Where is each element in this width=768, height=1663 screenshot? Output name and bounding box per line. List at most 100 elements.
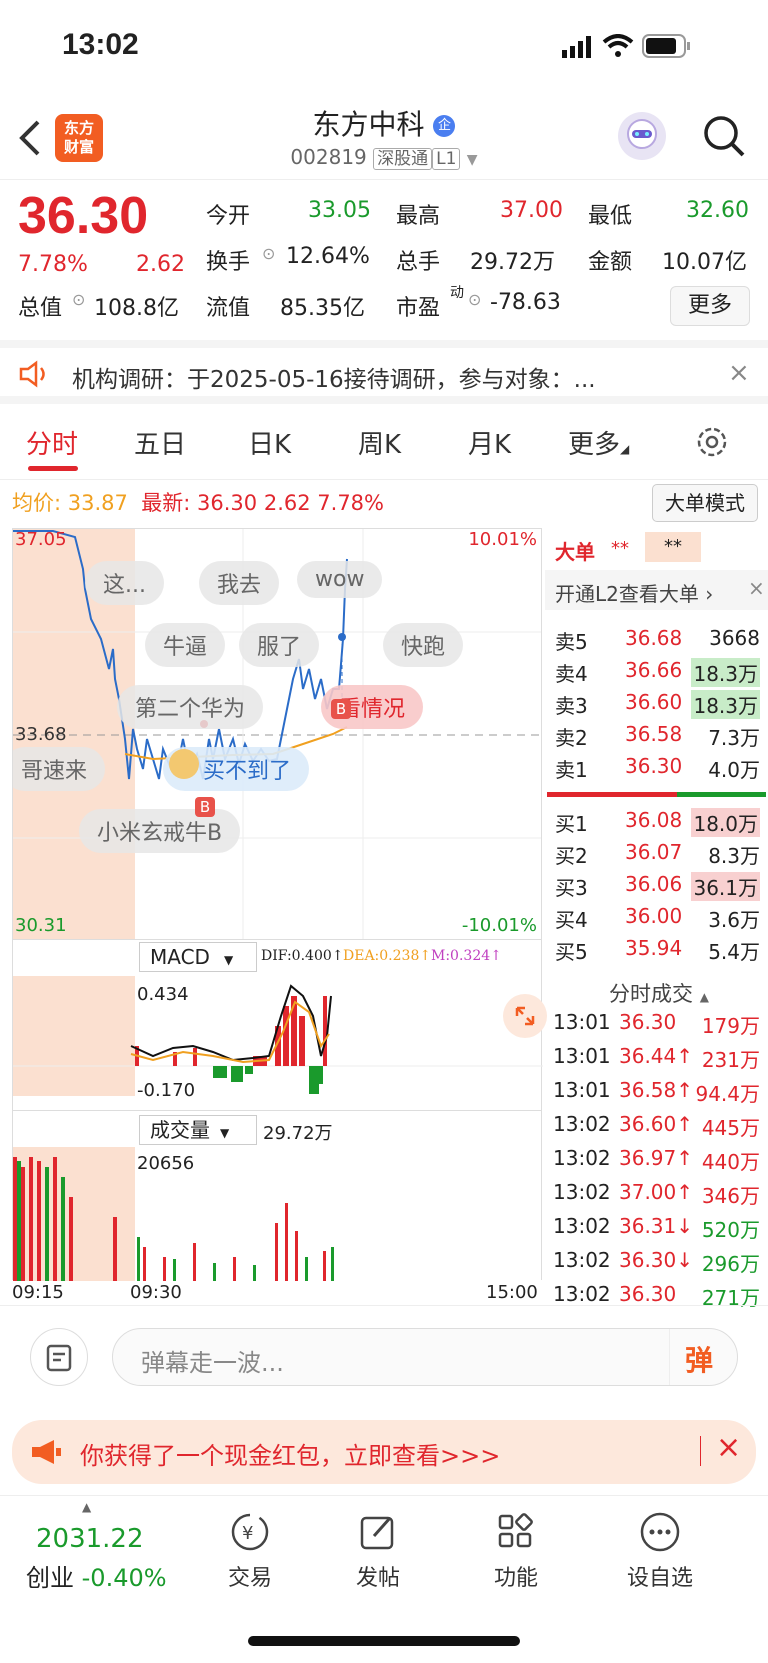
ask-row[interactable]: 卖1 36.30 4.0万 — [545, 754, 768, 784]
axis-bottom-price: 30.31 — [15, 915, 67, 936]
edit-icon — [360, 1516, 394, 1550]
comment-input[interactable]: 弹幕走一波... 弹 — [112, 1328, 738, 1386]
bid-row[interactable]: 买1 36.08 18.0万 — [545, 808, 768, 838]
notice-bar[interactable]: 机构调研：于2025-05-16接待调研，参与对象：... × — [0, 340, 768, 404]
bid-volume: 36.1万 — [691, 872, 760, 901]
trade-row: 13:02 36.31↓ 520万 — [545, 1214, 768, 1246]
danmu-bubble[interactable]: 快跑 — [383, 623, 464, 667]
info-icon[interactable]: ⊙ — [72, 290, 85, 309]
grid-icon — [498, 1513, 533, 1548]
red-packet-banner[interactable]: 你获得了一个现金红包，立即查看>>> × — [12, 1420, 756, 1484]
float-label: 流值 — [206, 296, 251, 321]
ask-price: 36.58 — [625, 722, 683, 746]
volume-panel[interactable]: 成交量 ▼ 29.72万 20656 — [12, 1110, 542, 1281]
intraday-chart[interactable]: 37.05 33.68 30.31 10.01% -10.01% 这... 我去… — [12, 528, 542, 940]
volume-label: 成交量 — [150, 1118, 210, 1142]
chart-tabs: 分时 五日 日K 周K 月K 更多◢ — [0, 410, 768, 480]
bid-price: 36.08 — [625, 808, 683, 832]
search-icon[interactable] — [702, 114, 746, 162]
tab-more[interactable]: 更多◢ — [568, 424, 629, 461]
tab-month-k[interactable]: 月K — [468, 424, 511, 461]
home-indicator[interactable] — [248, 1636, 520, 1646]
danmu-bubble[interactable]: 小米玄戒牛B — [79, 809, 241, 853]
quote-panel: 36.30 7.78% 2.62 今开 33.05 最高 37.00 最低 32… — [0, 182, 768, 332]
time-axis-mid: 09:30 — [130, 1282, 182, 1303]
trade-row: 13:02 36.30↓ 296万 — [545, 1248, 768, 1280]
close-icon[interactable]: × — [716, 1430, 741, 1465]
low-label: 最低 — [588, 204, 633, 229]
info-icon[interactable]: ⊙ — [262, 244, 275, 263]
tab-day-k[interactable]: 日K — [248, 424, 291, 461]
big-order-mode-button[interactable]: 大单模式 — [652, 484, 758, 522]
ratio-bar-buy — [677, 792, 766, 797]
tab-fenshi[interactable]: 分时 — [26, 424, 78, 461]
expand-icon[interactable] — [503, 994, 547, 1038]
axis-bottom-pct: -10.01% — [461, 915, 537, 936]
buy-marker-badge[interactable]: B — [331, 699, 351, 719]
trade-volume: 346万 — [701, 1184, 760, 1208]
trade-time: 13:01 — [553, 1010, 611, 1034]
volume-value: 29.72万 — [470, 250, 555, 275]
ask-row[interactable]: 卖2 36.58 7.3万 — [545, 722, 768, 752]
index-value[interactable]: 2031.22 — [36, 1524, 144, 1554]
settings-icon[interactable] — [694, 424, 730, 464]
trade-icon: ¥ — [231, 1513, 269, 1551]
ask-row[interactable]: 卖3 36.60 18.3万 — [545, 690, 768, 720]
bid-label: 买1 — [555, 812, 588, 836]
ask-price: 36.30 — [625, 754, 683, 778]
buy-marker-badge[interactable]: B — [195, 797, 215, 817]
verified-icon: 企 — [433, 115, 456, 137]
volume-selector[interactable]: 成交量 ▼ — [139, 1115, 257, 1145]
dock-functions[interactable]: 功能 — [456, 1510, 576, 1592]
trade-row: 13:02 37.00↑ 346万 — [545, 1180, 768, 1212]
bid-row[interactable]: 买2 36.07 8.3万 — [545, 840, 768, 870]
tab-week-k[interactable]: 周K — [358, 424, 401, 461]
dock-add-watchlist[interactable]: 设自选 — [600, 1510, 720, 1592]
notice-text: 机构调研：于2025-05-16接待调研，参与对象：... — [72, 367, 596, 393]
danmu-bubble[interactable]: 这... — [85, 561, 164, 605]
ask-row[interactable]: 卖4 36.66 18.3万 — [545, 658, 768, 688]
close-icon[interactable]: × — [748, 576, 765, 600]
big-order-title[interactable]: 大单 — [555, 536, 595, 565]
turnover-label: 换手 — [206, 250, 251, 275]
more-button[interactable]: 更多 — [670, 286, 750, 326]
danmu-bubble[interactable]: 服了 — [239, 623, 320, 667]
dock-post[interactable]: 发帖 — [318, 1510, 438, 1592]
tab-5day[interactable]: 五日 — [134, 424, 186, 461]
comment-placeholder: 弹幕走一波... — [141, 1349, 284, 1377]
danmu-bubble[interactable]: 第二个华为 — [117, 685, 264, 729]
send-danmu-button[interactable]: 弹 — [685, 1339, 713, 1379]
danmu-bubble[interactable]: 牛逼 — [145, 623, 226, 667]
trade-volume: 440万 — [701, 1150, 760, 1174]
macd-panel[interactable]: MACD ▼ DIF:0.400↑ DEA:0.238↑ M:0.324↑ 0.4… — [12, 940, 547, 1110]
divider — [669, 1329, 670, 1385]
robot-avatar-icon[interactable] — [618, 112, 666, 160]
nav-bar: 东方 财富 东方中科 企 002819 深股通 L1 ▼ — [0, 100, 768, 180]
info-icon[interactable]: ⊙ — [468, 290, 481, 309]
bid-row[interactable]: 买5 35.94 5.4万 — [545, 936, 768, 966]
bid-label: 买2 — [555, 844, 588, 868]
bid-volume: 3.6万 — [708, 908, 760, 932]
trade-time: 13:02 — [553, 1282, 611, 1306]
danmu-bubble[interactable]: wow — [297, 561, 383, 598]
dock-trade[interactable]: ¥ 交易 — [190, 1510, 310, 1592]
mktcap-label: 总值 — [18, 296, 63, 321]
bid-row[interactable]: 买3 36.06 36.1万 — [545, 872, 768, 902]
ask-row[interactable]: 卖5 36.68 3668 — [545, 626, 768, 656]
macd-hi: 0.434 — [137, 984, 189, 1005]
macd-selector[interactable]: MACD ▼ — [139, 942, 257, 972]
close-icon[interactable]: × — [728, 358, 750, 388]
danmu-bubble[interactable]: 哥速来 — [13, 747, 106, 791]
dropdown-icon[interactable]: ▼ — [467, 152, 478, 168]
change-pct: 7.78% — [18, 252, 88, 277]
index-line[interactable]: 创业 -0.40% — [26, 1558, 167, 1593]
bid-row[interactable]: 买4 36.00 3.6万 — [545, 904, 768, 934]
trades-title[interactable]: 分时成交 ▲ — [609, 978, 709, 1008]
ask-label: 卖5 — [555, 630, 588, 654]
pe-value: -78.63 — [490, 290, 561, 315]
bid-label: 买5 — [555, 940, 588, 964]
comment-list-icon[interactable] — [30, 1328, 88, 1386]
amount-value: 10.07亿 — [662, 250, 747, 275]
l2-promo-text[interactable]: 开通L2查看大单 › — [555, 578, 713, 607]
danmu-bubble[interactable]: 我去 — [199, 561, 280, 605]
